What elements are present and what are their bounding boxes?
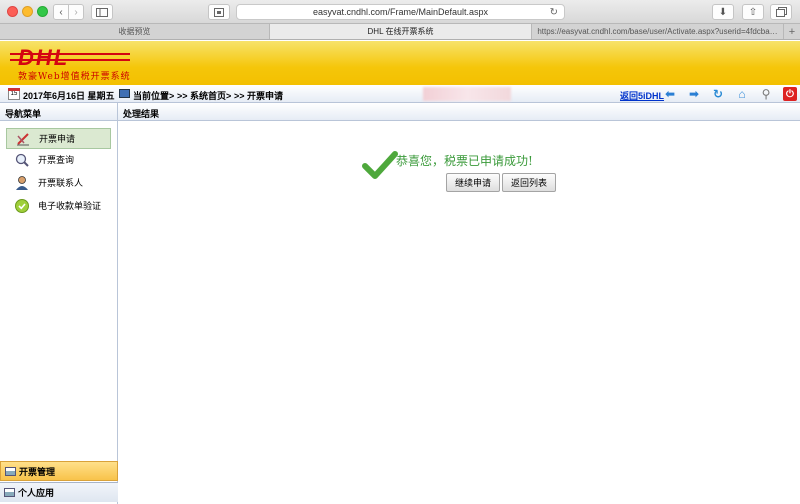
tab-label: 收据预览: [118, 27, 151, 36]
nav-menu-title: 导航菜单: [0, 103, 117, 121]
reload-icon[interactable]: ↻: [550, 7, 558, 18]
browser-toolbar: ‹ › easyvat.cndhl.com/Frame/MainDefault.…: [0, 0, 800, 24]
monitor-icon: [119, 89, 130, 98]
nav-item-label: 电子收款单验证: [38, 201, 102, 211]
magnifier-icon: [14, 152, 30, 168]
info-bar: 15 2017年6月16日 星期五 当前位置> >> 系统首页> >> 开票申请…: [0, 85, 800, 103]
site-banner: DHL 敦豪Web增值税开票系统: [0, 41, 800, 85]
sidebar-icon: [96, 7, 108, 17]
bottom-tab-invoice-management[interactable]: 开票管理: [0, 461, 118, 481]
reader-icon: [214, 7, 224, 17]
home-icon[interactable]: ⌂: [735, 87, 749, 101]
tab-label: DHL 在线开票系统: [367, 27, 434, 36]
arrow-left-icon[interactable]: ⬅: [663, 87, 677, 101]
zoom-window-button[interactable]: [37, 6, 48, 17]
back-to-list-button[interactable]: 返回列表: [502, 173, 557, 192]
location-label: 当前位置>: [133, 91, 175, 101]
close-window-button[interactable]: [7, 6, 18, 17]
nav-item-invoice-contact[interactable]: 开票联系人: [6, 172, 111, 193]
download-icon: ⬇: [718, 6, 728, 18]
breadcrumb-invoice-apply[interactable]: >> 开票申请: [234, 89, 283, 102]
bottom-tab-personal-apps[interactable]: 个人应用: [0, 482, 118, 502]
nav-item-invoice-apply[interactable]: 开票申请: [6, 128, 111, 149]
current-date: 2017年6月16日 星期五: [23, 91, 115, 101]
calendar-icon: 15: [8, 88, 20, 100]
tab-activate-url[interactable]: https://easyvat.cndhl.com/base/user/Acti…: [532, 24, 784, 39]
minimize-window-button[interactable]: [22, 6, 33, 17]
nav-item-receipt-verify[interactable]: 电子收款单验证: [6, 195, 111, 216]
downloads-button[interactable]: ⬇: [712, 4, 734, 20]
sidebar-toggle-button[interactable]: [91, 4, 113, 20]
new-tab-button[interactable]: +: [784, 24, 800, 39]
share-icon: ⇧: [748, 6, 758, 18]
continue-apply-button[interactable]: 继续申请: [446, 173, 501, 192]
url-text: easyvat.cndhl.com/Frame/MainDefault.aspx: [312, 7, 489, 17]
breadcrumb-home[interactable]: >> 系统首页>: [177, 89, 231, 102]
content-header: 处理结果: [118, 103, 800, 121]
panel-icon: [5, 466, 16, 476]
chevron-right-icon: ›: [74, 6, 78, 18]
tab-label: https://easyvat.cndhl.com/base/user/Acti…: [537, 27, 778, 36]
refresh-icon[interactable]: ↻: [711, 87, 725, 101]
pen-icon: [15, 131, 31, 147]
nav-item-label: 开票查询: [38, 155, 75, 165]
dhl-logo: DHL: [9, 45, 131, 70]
tabs-overview-icon: [775, 7, 787, 17]
check-circle-icon: [14, 198, 30, 214]
panel-icon: [4, 488, 15, 497]
share-button[interactable]: ⇧: [742, 4, 764, 20]
tab-bar: 收据预览 DHL 在线开票系统 https://easyvat.cndhl.co…: [0, 24, 800, 40]
arrow-right-icon[interactable]: ➡: [687, 87, 701, 101]
calendar-day: 15: [10, 91, 18, 97]
nav-item-label: 开票申请: [39, 134, 76, 144]
tab-dhl-invoice-system[interactable]: DHL 在线开票系统: [270, 24, 532, 39]
back-to-5idhl-link[interactable]: 返回5iDHL: [620, 89, 664, 102]
system-subtitle: 敦豪Web增值税开票系统: [18, 72, 131, 82]
left-nav: 导航菜单 开票申请 开票查询 开票联系人 电子收款单验证: [0, 103, 118, 504]
search-icon[interactable]: ⚲: [759, 87, 773, 101]
chevron-left-icon: ‹: [59, 6, 63, 18]
nav-item-label: 开票联系人: [38, 178, 84, 188]
nav-item-invoice-query[interactable]: 开票查询: [6, 149, 111, 170]
back-button[interactable]: ‹: [53, 4, 69, 20]
tab-receipt-preview[interactable]: 收据预览: [0, 24, 270, 39]
reader-view-button[interactable]: [208, 4, 230, 20]
bottom-tab-label: 开票管理: [19, 466, 56, 477]
show-tabs-button[interactable]: [770, 4, 792, 20]
redacted-user-info: [423, 87, 511, 101]
person-icon: [14, 175, 30, 191]
bottom-tab-label: 个人应用: [18, 488, 55, 498]
success-check-icon: [362, 151, 398, 179]
forward-button[interactable]: ›: [68, 4, 84, 20]
power-icon[interactable]: ⏻: [783, 87, 797, 101]
success-message: 恭喜您，税票已申请成功!: [396, 154, 533, 168]
address-bar[interactable]: easyvat.cndhl.com/Frame/MainDefault.aspx…: [236, 4, 565, 20]
